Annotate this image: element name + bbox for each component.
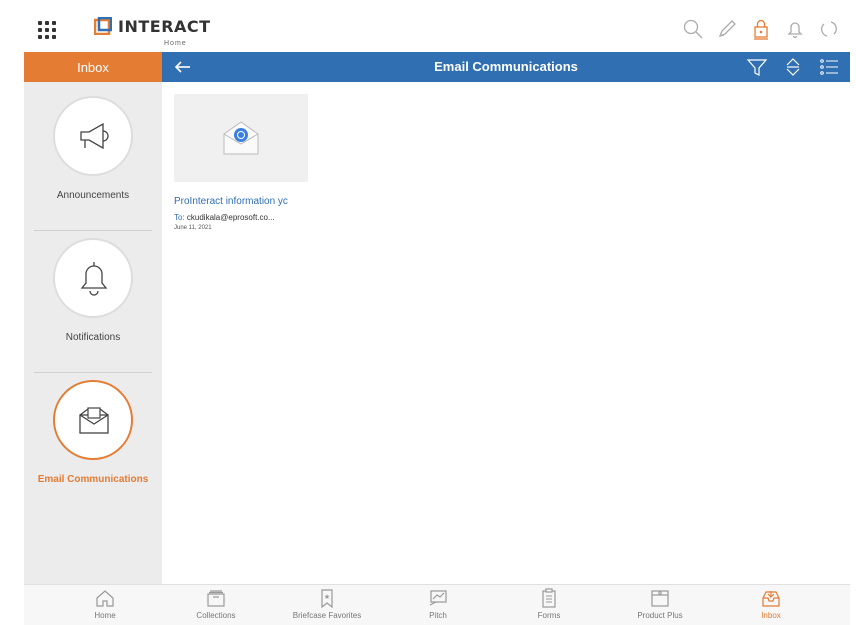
top-bar: INTERACT Home (24, 8, 850, 52)
product-box-icon (651, 590, 669, 607)
pitch-icon (429, 590, 447, 606)
nav-item-pitch[interactable]: Pitch (383, 588, 493, 620)
lock-icon[interactable] (750, 18, 772, 40)
sidebar-item-label: Announcements (56, 190, 130, 201)
nav-label: Home (94, 611, 116, 620)
notifications-circle (53, 238, 133, 318)
app-grid-icon[interactable] (38, 21, 58, 41)
sidebar-item-email-communications[interactable]: Email Communications (24, 380, 162, 485)
pencil-icon[interactable] (716, 18, 738, 40)
category-sidebar: Announcements Notifications Email Commun… (24, 82, 162, 584)
bell-icon (77, 258, 111, 303)
nav-label: Forms (537, 611, 561, 620)
email-communications-circle (53, 380, 133, 460)
email-title[interactable]: ProInteract information yc (174, 196, 308, 207)
sort-icon[interactable] (782, 56, 804, 78)
megaphone-icon (73, 120, 113, 157)
announcements-circle (53, 96, 133, 176)
home-icon (96, 590, 114, 607)
inbox-tab-label: Inbox (77, 59, 109, 75)
sync-icon[interactable] (818, 18, 840, 40)
mail-tray-icon (75, 402, 113, 445)
bottom-nav: Home Collections ★ Briefcase Favorites P… (24, 584, 850, 625)
sidebar-divider (34, 230, 152, 231)
nav-item-product-plus[interactable]: Product Plus (605, 588, 715, 620)
sidebar-divider (34, 372, 152, 373)
bookmark-icon: ★ (321, 589, 333, 608)
app-frame: INTERACT Home Inbox Email Communications… (24, 8, 850, 625)
recipient-label: To: (174, 213, 185, 222)
app-logo[interactable]: INTERACT (93, 14, 211, 38)
sidebar-item-label: Email Communications (37, 474, 149, 485)
sidebar-item-label: Notifications (65, 332, 121, 343)
email-recipient: To: ckudikala@eprosoft.co... (174, 213, 304, 222)
email-card[interactable]: ProInteract information yc To: ckudikala… (174, 94, 308, 231)
recipient-value: ckudikala@eprosoft.co... (186, 213, 275, 222)
svg-text:★: ★ (324, 593, 330, 601)
filter-icon[interactable] (746, 56, 768, 78)
collections-icon (207, 590, 225, 607)
nav-label: Pitch (429, 611, 447, 620)
nav-item-home[interactable]: Home (50, 588, 160, 620)
bell-icon[interactable] (784, 18, 806, 40)
nav-label: Collections (196, 611, 236, 620)
logo-text: INTERACT (118, 16, 211, 36)
search-icon[interactable] (682, 18, 704, 40)
list-view-icon[interactable] (818, 56, 840, 78)
nav-item-forms[interactable]: Forms (494, 588, 604, 620)
nav-label: Product Plus (637, 611, 683, 620)
email-thumbnail (174, 94, 308, 182)
breadcrumb-home[interactable]: Home (164, 40, 187, 47)
sidebar-item-notifications[interactable]: Notifications (24, 238, 162, 343)
sidebar-item-announcements[interactable]: Announcements (24, 96, 162, 201)
header-bar: Email Communications (162, 52, 850, 82)
inbox-tab[interactable]: Inbox (24, 52, 162, 82)
email-date: June 11, 2021 (174, 225, 212, 231)
nav-item-inbox[interactable]: Inbox (716, 588, 826, 620)
nav-item-collections[interactable]: Collections (161, 588, 271, 620)
logo-mark-icon (93, 16, 113, 36)
clipboard-icon (542, 588, 556, 608)
nav-item-briefcase-favorites[interactable]: ★ Briefcase Favorites (272, 588, 382, 620)
open-envelope-icon (221, 120, 261, 161)
nav-label: Briefcase Favorites (292, 611, 362, 620)
nav-label: Inbox (761, 611, 781, 620)
inbox-icon (762, 591, 780, 607)
